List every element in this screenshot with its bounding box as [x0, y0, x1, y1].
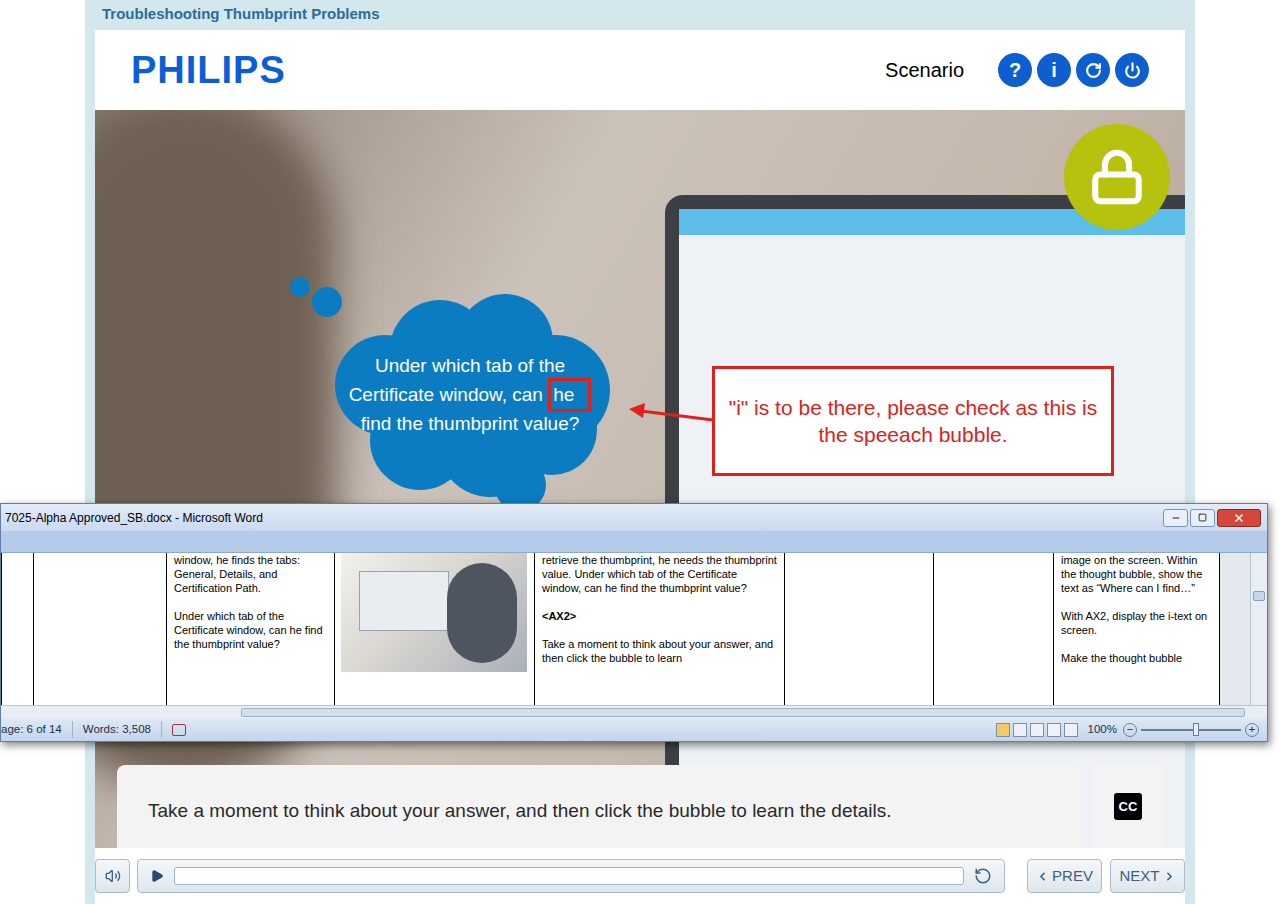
- progress-track[interactable]: [174, 867, 964, 885]
- minimize-button[interactable]: [1163, 509, 1188, 527]
- view-button-icon[interactable]: [1013, 723, 1027, 737]
- cell-paragraph: image on the screen. Within the thought …: [1061, 553, 1212, 595]
- arrow-icon: [625, 398, 725, 428]
- proofing-icon[interactable]: [172, 724, 186, 736]
- bubble-text: Under which tab of the: [375, 355, 565, 376]
- page-count: age: 6 of 14: [1, 721, 73, 738]
- vertical-scrollbar[interactable]: [1250, 553, 1267, 705]
- word-title: 7025-Alpha Approved_SB.docx - Microsoft …: [5, 509, 263, 527]
- chevron-right-icon: [1163, 870, 1176, 883]
- caption-text: Take a moment to think about your answer…: [148, 797, 892, 826]
- zoom-out-button[interactable]: −: [1123, 723, 1137, 737]
- table-cell: [933, 553, 1053, 705]
- bubble-line: Under which tab of the: [375, 354, 565, 378]
- cc-label: CC: [1114, 793, 1143, 821]
- cell-paragraph: retrieve the thumbprint, he needs the th…: [542, 553, 777, 595]
- caption-box: Take a moment to think about your answer…: [117, 765, 1082, 848]
- speaker-icon: [105, 868, 121, 884]
- thought-bubble[interactable]: Under which tab of theCertificate window…: [290, 270, 630, 520]
- restart-icon: [1085, 62, 1102, 79]
- mute-button[interactable]: [95, 859, 130, 893]
- prev-label: PREV: [1052, 865, 1093, 888]
- close-icon: [1233, 512, 1245, 524]
- view-button-icon[interactable]: [996, 723, 1010, 737]
- review-note-text: "i" is to be there, please check as this…: [725, 394, 1101, 448]
- word-status-bar: age: 6 of 14Words: 3,508 100%− +: [1, 718, 1267, 741]
- cell-paragraph: Under which tab of the Certificate windo…: [174, 609, 327, 651]
- bubble-text: Certificate window, can: [349, 384, 549, 405]
- page: Troubleshooting Thumbprint Problems PHILI…: [0, 0, 1280, 904]
- cell-paragraph: Take a moment to think about your answer…: [542, 637, 777, 665]
- scroll-thumb[interactable]: [1253, 591, 1265, 601]
- padlock-icon: [1088, 148, 1146, 206]
- replay-icon[interactable]: [974, 867, 992, 885]
- word-window[interactable]: 7025-Alpha Approved_SB.docx - Microsoft …: [0, 503, 1268, 742]
- table-cell: retrieve the thumbprint, he needs the th…: [534, 553, 784, 705]
- table-cell: [334, 553, 534, 705]
- cell-paragraph: window, he finds the tabs: General, Deta…: [174, 553, 327, 595]
- table-cell: [1, 553, 33, 705]
- bubble-text: find the thumbprint value?: [361, 413, 580, 434]
- chevron-left-icon: [1036, 870, 1049, 883]
- review-note: "i" is to be there, please check as this…: [712, 366, 1114, 476]
- next-label: NEXT: [1119, 865, 1159, 888]
- bubble-line: Certificate window, can he: [349, 378, 592, 412]
- word-count: Words: 3,508: [73, 721, 162, 738]
- horizontal-scrollbar[interactable]: [1, 705, 1267, 718]
- view-button-icon[interactable]: [1030, 723, 1044, 737]
- restore-icon: [1198, 513, 1207, 522]
- cell-paragraph: Make the thought bubble: [1061, 651, 1212, 665]
- zoom-slider[interactable]: [1141, 729, 1241, 731]
- cell-paragraph: <AX2>: [542, 609, 777, 623]
- help-button[interactable]: ?: [998, 53, 1032, 87]
- philips-logo: PHILIPS: [131, 42, 286, 99]
- play-icon[interactable]: [150, 869, 164, 883]
- view-button-icon[interactable]: [1064, 723, 1078, 737]
- bubble-line: find the thumbprint value?: [361, 412, 580, 436]
- next-button[interactable]: NEXT: [1110, 859, 1185, 893]
- restore-button[interactable]: [1190, 509, 1215, 527]
- exit-button[interactable]: [1115, 53, 1149, 87]
- course-title-bar: Troubleshooting Thumbprint Problems: [85, 0, 1195, 28]
- cell-image: [341, 553, 527, 672]
- word-toolbar: [1, 531, 1267, 553]
- restart-button[interactable]: [1076, 53, 1110, 87]
- player-controls: PREV NEXT: [95, 848, 1185, 904]
- word-title-bar[interactable]: 7025-Alpha Approved_SB.docx - Microsoft …: [1, 504, 1267, 531]
- table-cell: window, he finds the tabs: General, Deta…: [166, 553, 334, 705]
- zoom-level[interactable]: 100%: [1088, 721, 1117, 738]
- info-button[interactable]: i: [1037, 53, 1071, 87]
- course-header: PHILIPS Scenario?i: [95, 30, 1185, 110]
- zoom-in-button[interactable]: +: [1245, 723, 1259, 737]
- minimize-icon: [1171, 513, 1181, 523]
- highlighted-word: he: [548, 378, 591, 412]
- view-button-icon[interactable]: [1047, 723, 1061, 737]
- table-cell: [33, 553, 166, 705]
- lock-badge: [1064, 124, 1170, 230]
- power-icon: [1124, 62, 1141, 79]
- cc-button[interactable]: CC: [1093, 765, 1163, 848]
- course-frame: Troubleshooting Thumbprint Problems PHILI…: [85, 0, 1195, 904]
- table-cell: [784, 553, 933, 705]
- document-table: window, he finds the tabs: General, Deta…: [1, 553, 1250, 705]
- cell-paragraph: With AX2, display the i-text on screen.: [1061, 609, 1212, 637]
- section-label: Scenario: [885, 55, 964, 85]
- course-title: Troubleshooting Thumbprint Problems: [102, 3, 380, 26]
- close-button[interactable]: [1217, 509, 1261, 527]
- playback-bar: [137, 859, 1005, 893]
- prev-button[interactable]: PREV: [1027, 859, 1102, 893]
- table-cell: image on the screen. Within the thought …: [1053, 553, 1219, 705]
